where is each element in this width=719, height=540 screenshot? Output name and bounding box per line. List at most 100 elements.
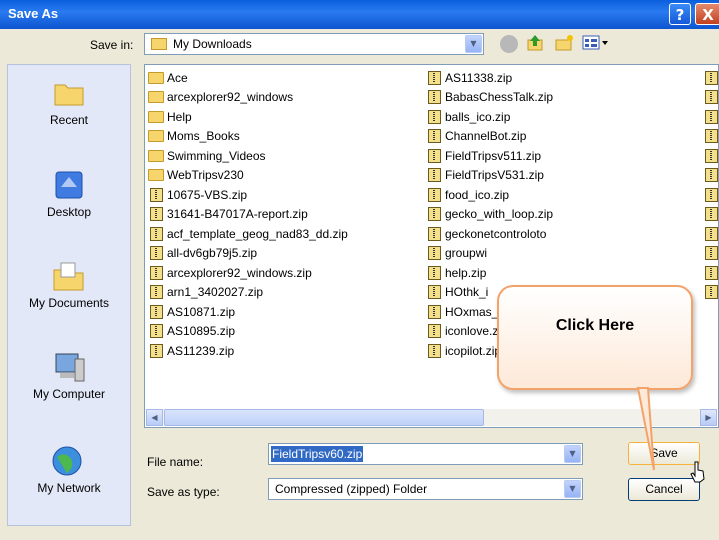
zip-file-icon <box>705 168 718 183</box>
place-label: My Documents <box>28 296 110 310</box>
file-list-item[interactable] <box>703 68 718 88</box>
file-list-item[interactable]: Ace <box>148 68 348 88</box>
file-name-text: AS10895.zip <box>167 324 236 339</box>
file-list-item[interactable]: Help <box>148 107 348 127</box>
file-list-item[interactable]: Moms_Books <box>148 127 348 147</box>
recent-icon <box>51 77 87 109</box>
file-list-item[interactable]: gecko_with_loop.zip <box>426 205 553 225</box>
my-documents-icon <box>51 260 87 292</box>
views-menu-icon[interactable] <box>582 35 610 51</box>
zip-file-icon <box>705 90 718 105</box>
up-folder-icon[interactable] <box>526 34 544 52</box>
scroll-right-icon[interactable]: ▶ <box>700 409 717 426</box>
zip-file-icon <box>705 265 718 280</box>
zip-file-icon <box>428 129 441 144</box>
file-column-1: Ace arcexplorer92_windows Help Moms_Books Sw… <box>148 68 348 361</box>
file-list-item[interactable]: WebTripsv230 <box>148 166 348 186</box>
file-list-item[interactable]: Swimming_Videos <box>148 146 348 166</box>
place-my-network[interactable]: My Network <box>8 445 130 495</box>
file-list-item[interactable]: help.zip <box>426 263 553 283</box>
scroll-left-icon[interactable]: ◀ <box>146 409 163 426</box>
zip-file-icon <box>428 168 441 183</box>
save-as-type-value: Compressed (zipped) Folder <box>275 482 428 496</box>
file-list-item[interactable]: all-dv6gb79j5.zip <box>148 244 348 264</box>
file-name-value[interactable]: FieldTripsv60.zip <box>271 446 364 462</box>
file-list-item[interactable] <box>703 224 718 244</box>
zip-file-icon <box>428 148 441 163</box>
zip-file-icon <box>705 187 718 202</box>
zip-file-icon <box>705 70 718 85</box>
folder-icon <box>151 38 167 50</box>
file-list-item[interactable] <box>703 263 718 283</box>
callout-pointer <box>636 387 655 471</box>
file-list-item[interactable]: arcexplorer92_windows.zip <box>148 263 348 283</box>
folder-icon <box>148 110 164 123</box>
file-list-item[interactable]: acf_template_geog_nad83_dd.zip <box>148 224 348 244</box>
file-list-item[interactable]: geckonetcontroloto <box>426 224 553 244</box>
file-list-item[interactable] <box>703 127 718 147</box>
file-list-item[interactable]: FieldTripsV531.zip <box>426 166 553 186</box>
file-list-item[interactable]: AS10871.zip <box>148 302 348 322</box>
file-name-text: help.zip <box>445 265 487 280</box>
save-in-dropdown[interactable]: My Downloads ▼ <box>144 33 484 55</box>
zip-file-icon <box>150 343 163 358</box>
file-name-text: icopilot.zip <box>445 343 502 358</box>
file-list-item[interactable] <box>703 205 718 225</box>
file-name-text: arn1_3402027.zip <box>167 285 264 300</box>
file-list-item[interactable]: 31641-B47017A-report.zip <box>148 205 348 225</box>
zip-file-icon <box>705 246 718 261</box>
back-icon[interactable] <box>500 35 518 53</box>
file-list-item[interactable]: AS11239.zip <box>148 341 348 361</box>
zip-file-icon <box>150 265 163 280</box>
file-name-text: WebTripsv230 <box>167 168 244 183</box>
file-list-item[interactable]: arn1_3402027.zip <box>148 283 348 303</box>
scroll-thumb[interactable] <box>164 409 484 426</box>
place-my-documents[interactable]: My Documents <box>8 260 130 310</box>
help-button[interactable]: ? <box>669 3 691 25</box>
place-desktop[interactable]: Desktop <box>8 169 130 219</box>
zip-file-icon <box>150 324 163 339</box>
save-as-type-dropdown[interactable]: Compressed (zipped) Folder ▼ <box>268 478 583 500</box>
file-list-item[interactable] <box>703 283 718 303</box>
file-list-item[interactable]: arcexplorer92_windows <box>148 88 348 108</box>
file-list-item[interactable]: groupwi <box>426 244 553 264</box>
folder-icon <box>148 169 164 182</box>
place-label: Desktop <box>46 205 92 219</box>
file-name-text: Swimming_Videos <box>167 148 266 163</box>
place-recent[interactable]: Recent <box>8 77 130 127</box>
file-list-item[interactable] <box>703 146 718 166</box>
file-name-text: FieldTripsV531.zip <box>445 168 544 183</box>
file-list-item[interactable]: ChannelBot.zip <box>426 127 553 147</box>
file-list-item[interactable]: AS11338.zip <box>426 68 553 88</box>
window-title: Save As <box>8 6 59 21</box>
file-name-text: Moms_Books <box>167 129 240 144</box>
file-name-text: FieldTripsv511.zip <box>445 148 542 163</box>
zip-file-icon <box>150 285 163 300</box>
chevron-down-icon[interactable]: ▼ <box>465 35 482 53</box>
zip-file-icon <box>705 226 718 241</box>
file-list-item[interactable] <box>703 244 718 264</box>
place-label: My Computer <box>32 387 106 401</box>
file-name-text: ChannelBot.zip <box>445 129 527 144</box>
folder-icon <box>148 91 164 104</box>
chevron-down-icon[interactable]: ▼ <box>564 480 581 498</box>
place-my-computer[interactable]: My Computer <box>8 351 130 401</box>
file-name-text: AS10871.zip <box>167 304 236 319</box>
file-list-item[interactable]: FieldTripsv511.zip <box>426 146 553 166</box>
new-folder-icon[interactable] <box>554 34 574 52</box>
file-name-text: HOthk_i <box>445 285 489 300</box>
file-list-item[interactable] <box>703 88 718 108</box>
file-list-item[interactable]: BabasChessTalk.zip <box>426 88 553 108</box>
file-name-field[interactable]: FieldTripsv60.zip ▼ <box>268 443 583 465</box>
my-computer-icon <box>51 351 87 383</box>
chevron-down-icon[interactable]: ▼ <box>564 445 581 463</box>
file-list-item[interactable]: food_ico.zip <box>426 185 553 205</box>
zip-file-icon <box>428 285 441 300</box>
file-list-item[interactable]: AS10895.zip <box>148 322 348 342</box>
file-list-item[interactable] <box>703 185 718 205</box>
file-list-item[interactable] <box>703 166 718 186</box>
file-list-item[interactable]: 10675-VBS.zip <box>148 185 348 205</box>
file-list-item[interactable] <box>703 107 718 127</box>
file-list-item[interactable]: balls_ico.zip <box>426 107 553 127</box>
close-button[interactable]: X <box>695 3 719 25</box>
